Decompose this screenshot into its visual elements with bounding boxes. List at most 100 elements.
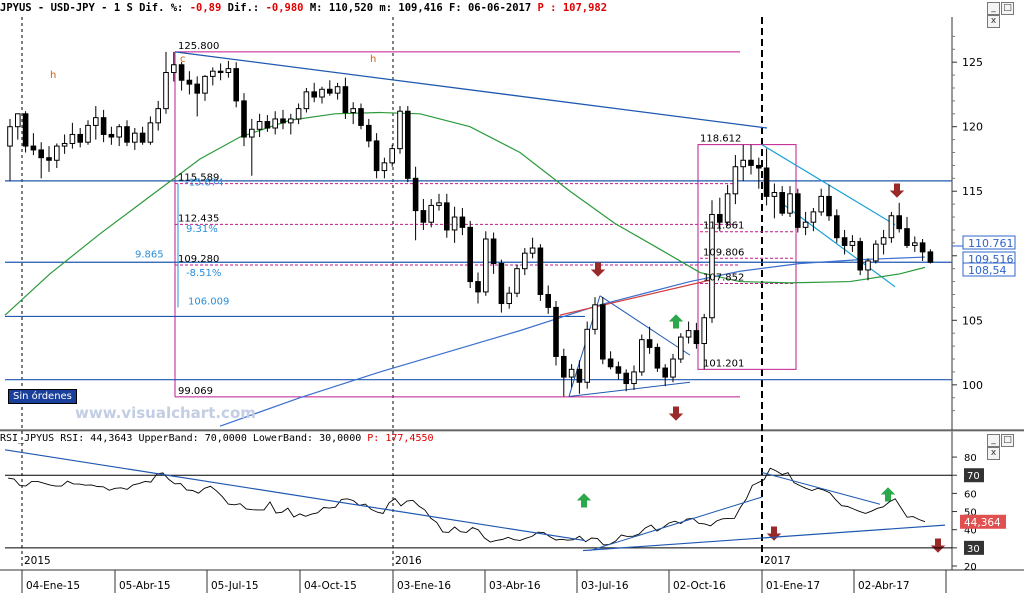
sell-arrow-icon	[930, 538, 946, 553]
buy-arrow-icon	[668, 314, 684, 329]
candle-body	[810, 211, 817, 223]
candle-body	[311, 91, 317, 98]
candle-body	[467, 226, 473, 283]
rsi-rising-line	[589, 496, 763, 552]
watermark: www.visualchart.com	[75, 404, 256, 422]
candle-body	[880, 237, 887, 245]
candle-body	[342, 86, 349, 114]
candle-body	[561, 355, 567, 378]
price-chart[interactable]: 100105110115120125125.800118.612115.589-…	[0, 0, 1024, 593]
candle-body	[576, 368, 583, 383]
price-tick-label: 105	[962, 314, 983, 327]
rsi-band-label: 70	[967, 471, 980, 482]
buy-arrow-icon	[880, 487, 896, 502]
price-label: 118.612	[700, 134, 741, 145]
candle-body	[280, 118, 286, 124]
candle-body	[873, 243, 879, 262]
price-label: 107.852	[703, 272, 744, 283]
candle-body	[795, 193, 801, 228]
candle-body	[826, 195, 832, 217]
candle-body	[912, 242, 918, 246]
candle-body	[623, 372, 630, 385]
candle-body	[46, 157, 52, 161]
candle-body	[763, 167, 770, 197]
candle-body	[779, 192, 786, 214]
candle-body	[210, 70, 216, 77]
candle-body	[927, 251, 934, 263]
price-label: 106.009	[188, 296, 229, 307]
price-label: 99.069	[178, 386, 213, 397]
candle-body	[553, 306, 559, 357]
candle-body	[568, 368, 575, 378]
year-label: 2016	[395, 555, 422, 567]
candle-body	[545, 293, 552, 308]
candle-body	[405, 110, 411, 179]
rsi-support-line	[582, 524, 946, 552]
candle-body	[428, 204, 434, 223]
rsi-falling-line	[761, 472, 881, 505]
candle-body	[904, 228, 910, 246]
current-price-label: 110.761	[968, 237, 1014, 250]
rsi-close-button[interactable]: x	[987, 447, 1000, 460]
candle-body	[61, 142, 68, 147]
candle-body	[787, 193, 793, 214]
rsi-tick-label: 60	[964, 489, 977, 500]
candle-body	[444, 202, 450, 231]
price-label: -15.674	[185, 178, 224, 189]
candle-body	[584, 328, 591, 383]
rsi-tick-label: 20	[964, 562, 977, 573]
candle-body	[693, 330, 700, 345]
date-tick-label: 04-Ene-15	[26, 580, 80, 592]
pattern-marker: h	[50, 70, 56, 81]
price-tick-label: 100	[962, 379, 983, 392]
candle-body	[802, 221, 809, 228]
candle-body	[85, 124, 91, 143]
candle-body	[334, 86, 341, 94]
candle-body	[397, 110, 403, 150]
candle-body	[139, 132, 146, 143]
rsi-window-controls: _ □x	[986, 434, 1024, 460]
candle-body	[233, 68, 239, 102]
candle-body	[186, 79, 193, 85]
candle-body	[420, 210, 427, 223]
candle-body	[600, 304, 606, 360]
candle-body	[490, 238, 497, 265]
date-tick-label: 05-Abr-15	[119, 580, 171, 592]
rsi-current-label: 44,364	[964, 517, 1001, 529]
candle-body	[249, 128, 255, 138]
candle-body	[740, 159, 747, 168]
price-label: 111.861	[703, 221, 744, 232]
candle-body	[350, 108, 356, 114]
date-tick-label: 05-Jul-15	[211, 580, 259, 592]
candle-body	[654, 346, 661, 369]
candle-body	[155, 108, 161, 124]
candle-body	[15, 113, 21, 128]
candle-body	[77, 133, 84, 143]
rsi-band-label: 30	[967, 544, 980, 555]
candle-body	[771, 192, 778, 197]
orders-badge[interactable]: Sin órdenes	[8, 389, 77, 404]
candle-body	[116, 126, 123, 138]
candle-body	[522, 252, 528, 270]
candle-body	[701, 317, 708, 345]
price-label: 9.31%	[186, 224, 218, 235]
date-tick-label: 02-Abr-17	[858, 580, 910, 592]
rsi-maximize-button[interactable]: □	[1001, 434, 1014, 447]
candle-body	[194, 83, 200, 94]
chart-window: JPYUS - USD-JPY - 1 S Dif. %: -0,89 Dif.…	[0, 0, 1024, 593]
candle-body	[685, 330, 692, 338]
candle-body	[54, 145, 60, 161]
candle-body	[670, 358, 676, 378]
candle-body	[498, 263, 505, 305]
candle-body	[412, 177, 419, 212]
candle-body	[841, 237, 848, 246]
year-label: 2017	[764, 555, 791, 567]
candle-body	[69, 133, 76, 144]
rsi-minimize-button[interactable]: _	[987, 434, 1000, 447]
candle-body	[202, 75, 208, 94]
candle-body	[662, 367, 669, 378]
candle-body	[132, 132, 138, 143]
price-tick-label: 120	[962, 121, 983, 134]
candle-body	[256, 121, 263, 130]
candle-body	[436, 202, 442, 206]
